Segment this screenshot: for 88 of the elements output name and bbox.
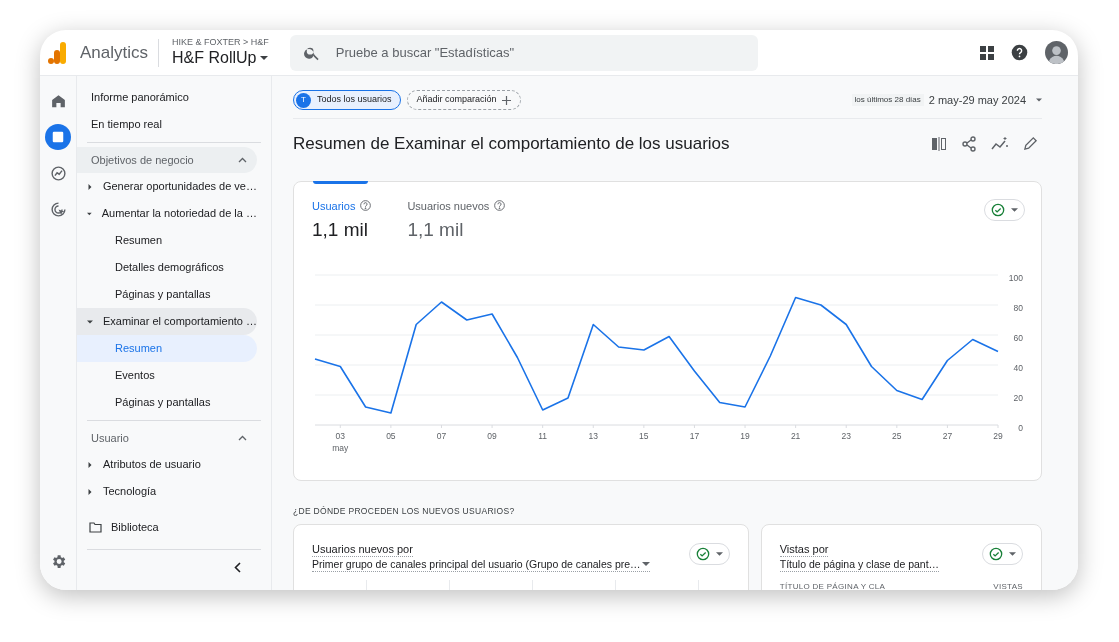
segment-label: Todos los usuarios (317, 93, 392, 107)
x-tick-label: 03 (335, 430, 346, 441)
nav-item[interactable]: Páginas y pantallas (77, 389, 257, 416)
nav-item[interactable]: Detalles demográficos (77, 254, 257, 281)
x-tick-label: 07 (436, 430, 447, 441)
edit-icon[interactable] (1023, 136, 1038, 152)
check-circle-icon (991, 202, 1005, 217)
nav-item[interactable]: Páginas y pantallas (77, 281, 257, 308)
help-outline-icon (360, 200, 372, 212)
caret-icon (715, 552, 723, 557)
property-selector[interactable]: H&F RollUp (172, 48, 269, 68)
y-tick-label: 20 (1013, 392, 1023, 403)
card-title: Vistas por (779, 543, 829, 558)
analytics-logo-icon (48, 41, 66, 64)
x-tick-label: 15 (639, 430, 649, 441)
metric-tab[interactable]: Usuarios 1,1 mil (312, 197, 372, 245)
home-icon (49, 92, 67, 110)
x-tick-label: 29 (993, 430, 1003, 441)
expand-triangle-icon (87, 210, 92, 217)
y-tick-label: 100 (1008, 272, 1023, 283)
segment-chip[interactable]: T Todos los usuarios (293, 90, 401, 110)
columns-icon[interactable] (931, 135, 947, 152)
column-header: TÍTULO DE PÁGINA Y CLA (779, 581, 886, 590)
expand-triangle-icon (87, 488, 93, 495)
x-tick-label: 23 (841, 430, 851, 441)
help-icon[interactable] (1011, 44, 1028, 61)
expand-triangle-icon (87, 461, 93, 468)
x-tick-label: 19 (740, 430, 750, 441)
chevron-icon (238, 157, 247, 163)
avatar-icon[interactable] (1045, 41, 1068, 64)
share-icon[interactable] (961, 135, 977, 152)
section-header[interactable]: Objetivos de negocio (77, 147, 257, 173)
x-tick-label: 09 (487, 430, 497, 441)
x-tick-label: 13 (588, 430, 598, 441)
section-header[interactable]: Usuario (77, 425, 257, 451)
section-heading: ¿DE DÓNDE PROCEDEN LOS NUEVOS USUARIOS? (293, 504, 516, 518)
caret-icon (1009, 552, 1016, 557)
nav-item[interactable]: Resumen (77, 227, 257, 254)
x-tick-label: 21 (790, 430, 801, 441)
x-tick-label: 05 (386, 430, 396, 441)
y-tick-label: 80 (1013, 302, 1023, 313)
plus-icon (501, 95, 511, 105)
insights-icon[interactable] (991, 135, 1009, 152)
expand-triangle-icon (87, 318, 93, 325)
caret-icon (259, 56, 268, 60)
column-header: VISTAS (993, 581, 1023, 590)
date-range-label: los últimos 28 días (851, 94, 924, 106)
check-circle-icon (695, 547, 710, 562)
month-label: may (332, 442, 349, 453)
rail-button[interactable] (45, 124, 71, 150)
x-tick-label: 17 (689, 430, 700, 441)
y-tick-label: 60 (1013, 332, 1023, 343)
date-range-selector[interactable]: 2 may-29 may 2024 (928, 91, 1042, 109)
nav-group[interactable]: Generar oportunidades de ve… (77, 173, 257, 200)
nav-item[interactable]: Eventos (77, 362, 257, 389)
y-tick-label: 40 (1013, 362, 1023, 373)
dimension-selector[interactable]: Primer grupo de canales principal del usuario (Grupo de canales pre… (312, 557, 650, 573)
x-tick-label: 11 (538, 430, 548, 441)
library-link[interactable]: Biblioteca (77, 514, 271, 541)
folder-icon (89, 522, 102, 533)
collapse-chevron-icon[interactable] (234, 562, 241, 573)
segment-initial: T (296, 92, 311, 108)
help-outline-icon (494, 200, 506, 212)
check-circle-icon (989, 547, 1003, 562)
breadcrumb: HIKE & FOXTER > H&F (172, 37, 269, 48)
apps-grid-icon[interactable] (980, 45, 994, 60)
card-title: Usuarios nuevos por (312, 543, 413, 558)
nav-item[interactable]: Resumen (77, 335, 257, 362)
nav-group[interactable]: Examinar el comportamiento … (77, 308, 257, 335)
search-field[interactable]: Pruebe a buscar "Estadísticas" (289, 34, 758, 71)
expand-triangle-icon (87, 183, 93, 190)
product-name: Analytics (80, 41, 149, 64)
x-tick-label: 27 (942, 430, 953, 441)
target-cursor-icon (49, 200, 67, 218)
chevron-icon (238, 435, 247, 441)
nav-group[interactable]: Atributos de usuario (77, 451, 257, 478)
nav-group[interactable]: Aumentar la notoriedad de la … (77, 200, 257, 227)
nav-link[interactable]: Informe panorámico (77, 84, 271, 111)
caret-icon (1036, 98, 1042, 102)
nav-link[interactable]: En tiempo real (77, 111, 271, 138)
dimension-selector[interactable]: Título de página y clase de pant… (779, 557, 940, 573)
x-tick-label: 25 (892, 430, 902, 441)
nav-group[interactable]: Tecnología (77, 478, 257, 505)
metric-tab[interactable]: Usuarios nuevos 1,1 mil (407, 197, 506, 245)
caret-icon (1011, 207, 1018, 212)
y-tick-label: 0 (1018, 422, 1023, 433)
trend-circle-icon (49, 164, 67, 182)
page-title: Resumen de Examinar el comportamiento de los usuarios (293, 133, 730, 155)
